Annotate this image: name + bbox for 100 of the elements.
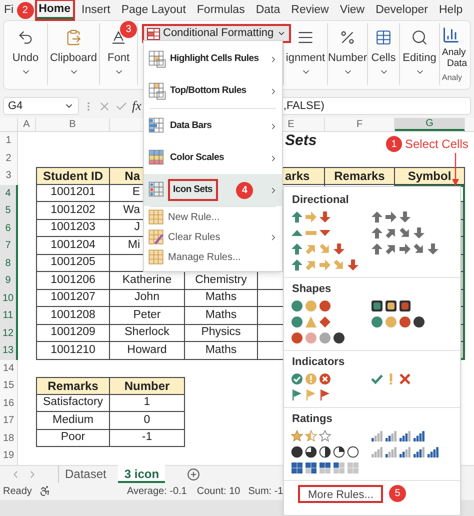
check-icon[interactable] xyxy=(115,100,128,112)
cell-text: 1001205 xyxy=(50,255,96,270)
cell-text: Katherine xyxy=(122,272,172,288)
pie-icon xyxy=(347,446,359,458)
circle-icon xyxy=(305,332,317,344)
menu-item[interactable]: New Rule... xyxy=(144,207,282,227)
row-number: 16 xyxy=(0,394,18,412)
row-number: 11 xyxy=(0,307,18,324)
arrow-up-icon xyxy=(291,211,303,223)
arrow-up-icon xyxy=(371,243,383,255)
color-scale-icon xyxy=(148,149,166,167)
flag-icon xyxy=(319,389,331,401)
x-circle-icon xyxy=(319,373,331,385)
cell-text: 1001206 xyxy=(50,272,96,288)
ribbon-tab[interactable]: Help xyxy=(437,1,465,19)
row-number: 15 xyxy=(0,377,18,394)
menu-item[interactable]: Icon Sets 4 xyxy=(144,174,282,206)
circle-icon xyxy=(291,332,303,344)
column-heading: Remarks xyxy=(48,378,98,395)
cell-text: 1001204 xyxy=(50,238,96,253)
circle-icon xyxy=(371,316,383,328)
name-box[interactable]: G4 xyxy=(3,97,79,115)
column-header[interactable]: A xyxy=(18,118,36,131)
exclamation-circle-icon xyxy=(305,373,317,385)
quarter-squares-icon xyxy=(347,462,359,474)
quarter-squares-icon xyxy=(291,462,303,474)
column-header[interactable]: B xyxy=(36,118,110,131)
circle-icon xyxy=(319,332,331,344)
ribbon-tab[interactable]: Insert xyxy=(80,1,112,19)
search-icon xyxy=(411,29,428,46)
column-header[interactable]: G xyxy=(395,118,465,131)
diagonal-arrow-icon xyxy=(305,259,317,271)
diagonal-arrow-icon xyxy=(319,243,331,255)
accessibility-icon[interactable] xyxy=(39,485,51,497)
pie-icon xyxy=(333,446,345,458)
data-bars-icon xyxy=(148,117,166,135)
column-heading: Number xyxy=(124,378,170,395)
row-number: 5 xyxy=(0,202,18,220)
clear-rules-icon xyxy=(148,229,164,245)
pie-icon xyxy=(291,446,303,458)
arrow-up-icon xyxy=(371,227,383,239)
arrow-up-icon xyxy=(291,243,303,255)
row-number: 6 xyxy=(0,220,18,237)
ribbon-group-button[interactable]: Editing xyxy=(400,23,440,85)
circle-icon xyxy=(385,316,397,328)
ribbon-tab[interactable]: Formulas xyxy=(194,1,247,19)
function-label[interactable]: fx xyxy=(132,96,142,116)
flag-icon xyxy=(291,389,303,401)
section-heading: Ratings xyxy=(291,412,334,427)
cell-text: Mi xyxy=(128,238,140,253)
pie-icon xyxy=(319,446,331,458)
circle-icon xyxy=(291,316,303,328)
row-number: 13 xyxy=(0,342,18,360)
sheet-tab[interactable]: 3 icon xyxy=(118,465,166,483)
status-text: Count: 10 xyxy=(196,484,240,498)
arrow-down-icon xyxy=(319,211,331,223)
row-number: 19 xyxy=(0,447,18,464)
ribbon-group-button[interactable]: Number xyxy=(328,23,368,85)
menu-item[interactable]: Manage Rules... xyxy=(144,247,282,267)
menu-item[interactable]: Color Scales xyxy=(144,142,282,174)
more-rules-button[interactable]: More Rules... xyxy=(298,485,384,503)
circle-icon xyxy=(399,316,411,328)
ribbon-group-button[interactable]: Clipboard xyxy=(48,23,100,85)
step-number-badge: 3 xyxy=(120,21,137,38)
quarter-squares-icon xyxy=(333,462,345,474)
chart-icon xyxy=(442,26,460,44)
menu-item[interactable]: Clear Rules xyxy=(144,227,282,247)
ribbon-group-button[interactable]: Undo xyxy=(4,23,48,85)
ribbon-tab[interactable]: Home xyxy=(36,1,73,19)
ribbon-tab[interactable]: Data xyxy=(254,1,282,19)
section-heading: Indicators xyxy=(291,355,346,370)
signal-bars-icon xyxy=(399,430,411,442)
column-heading: Student ID xyxy=(43,168,103,185)
arrow-down-icon xyxy=(413,227,425,239)
ribbon-tab[interactable]: View xyxy=(338,1,367,19)
ribbon-tab[interactable]: Review xyxy=(289,1,331,19)
step-number-badge: 5 xyxy=(389,485,406,502)
ribbon-group-button[interactable]: ignment xyxy=(284,23,328,85)
arrow-up-icon xyxy=(371,211,383,223)
cell-text: E xyxy=(132,185,140,200)
cell-text: 1001208 xyxy=(50,308,96,323)
analyze-data-button[interactable]: Analy Data xyxy=(442,26,468,69)
menu-item[interactable]: Highlight Cells Rules xyxy=(144,43,282,75)
ribbon-tab[interactable]: Fi xyxy=(2,1,16,19)
row-number: 17 xyxy=(0,412,18,430)
ribbon-tab[interactable]: Developer xyxy=(374,1,430,19)
icon-set-option[interactable] xyxy=(369,314,427,330)
signal-bars-icon xyxy=(427,446,439,458)
row-number: 10 xyxy=(0,290,18,307)
icon-set-option[interactable] xyxy=(369,444,441,460)
star-icon xyxy=(291,430,303,442)
ribbon-group-button[interactable]: Cells xyxy=(368,23,400,85)
add-sheet-icon[interactable] xyxy=(187,468,200,480)
row-number: 3 xyxy=(0,167,18,184)
star-outline-icon xyxy=(319,430,331,442)
formula-text: ,FALSE) xyxy=(283,98,324,114)
ribbon-tab[interactable]: Page Layout xyxy=(119,1,188,19)
arrow-right-icon xyxy=(385,211,397,223)
cell-text: 1 xyxy=(144,395,150,410)
cell-text: Medium xyxy=(52,412,94,428)
